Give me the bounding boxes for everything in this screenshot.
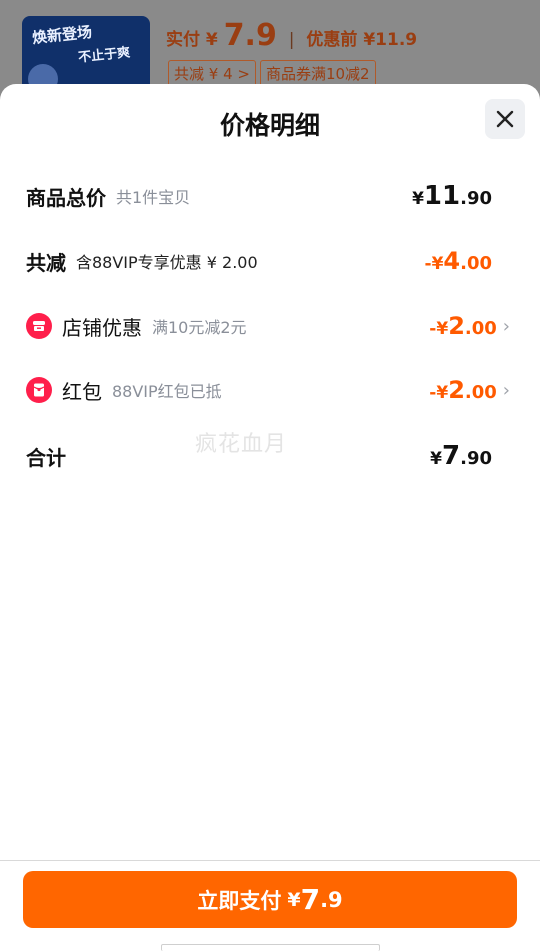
sheet-title: 价格明细	[219, 111, 320, 140]
before-value: ¥11.9	[363, 30, 418, 50]
reduction-amount: -¥4.00	[425, 247, 493, 275]
shop-dec: .00	[464, 318, 497, 339]
paid-currency: ¥	[205, 30, 218, 50]
thumbnail-text-1: 焕新登场	[31, 22, 93, 48]
pay-currency: ¥	[287, 888, 301, 911]
price-detail-screen: 焕新登场 不止于爽 实付 ¥ 7.9 | 优惠前 ¥11.9 共减 ¥ 4 > …	[0, 0, 540, 951]
close-icon	[496, 110, 514, 128]
red-packet-currency: ¥	[436, 383, 449, 403]
sum-dec: .90	[460, 448, 492, 469]
reduction-prefix: -	[424, 254, 432, 274]
shop-icon	[26, 313, 52, 339]
before-label: 优惠前	[306, 30, 358, 50]
total-currency: ¥	[412, 189, 424, 209]
shop-sub: 满10元减2元	[152, 318, 247, 337]
sum-int: 7	[442, 441, 461, 471]
total-label: 商品总价	[26, 185, 106, 210]
paid-label: 实付	[166, 30, 200, 50]
sum-label: 合计	[26, 445, 66, 470]
coupon-tag: 商品券满10减2	[259, 60, 376, 87]
shop-amount: -¥2.00	[429, 312, 497, 340]
background-tags: 共减 ¥ 4 > 商品券满10减2	[168, 60, 376, 87]
watermark: 疯花血月	[195, 432, 288, 457]
paid-value: 7.9	[223, 18, 277, 53]
pay-label: 立即支付	[197, 888, 282, 913]
separator: |	[288, 30, 295, 50]
pay-now-button[interactable]: 立即支付 ¥ 7 .9	[23, 871, 517, 928]
red-packet-sub: 88VIP红包已抵	[112, 382, 222, 401]
shop-currency: ¥	[436, 319, 449, 339]
chevron-right-icon: ›	[502, 315, 510, 337]
discount-tag: 共减 ¥ 4 >	[168, 60, 256, 87]
sum-amount: ¥7.90	[430, 441, 492, 471]
red-packet-icon	[26, 377, 52, 403]
row-total: 商品总价 共1件宝贝 ¥11.90	[0, 176, 540, 216]
red-packet-label: 红包	[62, 379, 102, 404]
reduction-sub: 含88VIP专享优惠 ¥ 2.00	[76, 253, 258, 272]
row-shop-discount[interactable]: 店铺优惠 满10元减2元 -¥2.00 ›	[0, 306, 540, 346]
footer-divider	[0, 860, 540, 861]
shop-int: 2	[448, 312, 465, 340]
pay-dec: .9	[320, 887, 343, 912]
sum-currency: ¥	[430, 449, 443, 469]
red-packet-amount: -¥2.00	[429, 376, 497, 404]
total-dec: .90	[460, 188, 492, 209]
pay-int: 7	[300, 883, 321, 916]
background-paid-line: 实付 ¥ 7.9 | 优惠前 ¥11.9	[166, 18, 417, 53]
shop-label: 店铺优惠	[62, 315, 142, 340]
total-int: 11	[423, 181, 461, 211]
reduction-dec: .00	[460, 253, 492, 274]
row-red-packet[interactable]: 红包 88VIP红包已抵 -¥2.00 ›	[0, 370, 540, 410]
price-detail-sheet: 价格明细 商品总价 共1件宝贝 ¥11.90 共减 含88VIP专享优惠 ¥ 2…	[0, 84, 540, 951]
chevron-right-icon: ›	[502, 379, 510, 401]
thumbnail-text-2: 不止于爽	[77, 45, 131, 66]
total-sub: 共1件宝贝	[116, 188, 191, 207]
reduction-int: 4	[443, 247, 461, 275]
reduction-label: 共减	[26, 250, 66, 275]
total-amount: ¥11.90	[412, 181, 492, 211]
reduction-currency: ¥	[431, 254, 444, 274]
red-packet-int: 2	[448, 376, 465, 404]
row-reduction: 共减 含88VIP专享优惠 ¥ 2.00 -¥4.00	[0, 241, 540, 281]
close-button[interactable]	[485, 99, 525, 139]
red-packet-dec: .00	[464, 382, 497, 403]
home-indicator	[161, 944, 380, 951]
